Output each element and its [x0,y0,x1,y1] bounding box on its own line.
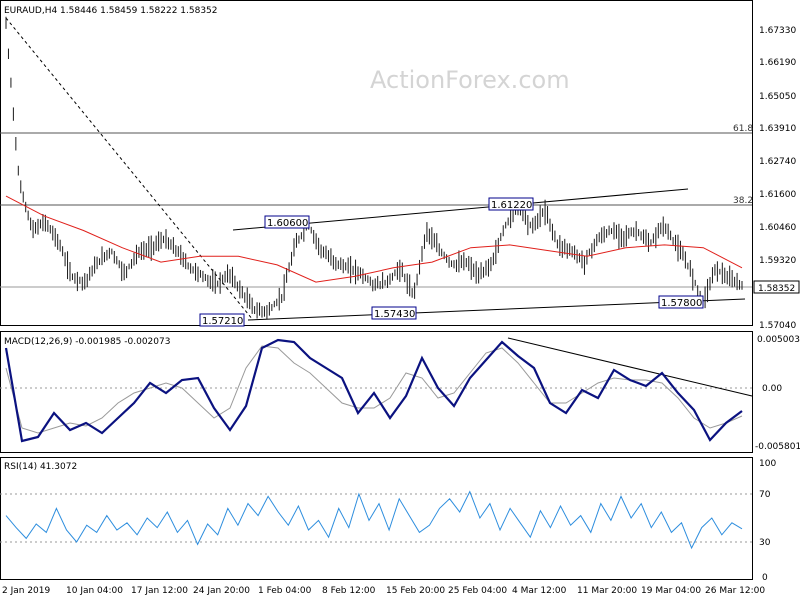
time-label: 25 Feb 04:00 [448,586,507,596]
swing-text-1-57800: 1.57800 [661,298,702,309]
macd-panel [0,331,753,453]
swing-text-1-57210: 1.57210 [202,316,243,327]
time-axis: 2 Jan 2019 10 Jan 04:00 17 Jan 12:00 24 … [2,586,765,596]
price-tick: 1.61600 [759,190,796,200]
swing-label-1-57800: 1.57800 [658,295,704,309]
price-tick: 1.63910 [759,124,796,134]
rsi-panel [0,457,753,580]
swing-text-1-57430: 1.57430 [374,309,415,320]
swing-label-1-57210: 1.57210 [199,313,245,327]
price-tick: 1.57040 [759,321,796,331]
macd-tick: 0.00 [762,384,782,394]
current-price-label: 1.58352 [758,284,795,294]
price-axis: 1.67330 1.66190 1.65050 1.63910 1.62740 … [753,26,800,331]
macd-header: MACD(12,26,9) -0.001985 -0.002073 [4,337,170,347]
price-tick: 1.65050 [759,92,796,102]
time-label: 8 Feb 12:00 [322,586,376,596]
rsi-tick: 70 [759,490,771,500]
time-label: 26 Mar 12:00 [705,586,765,596]
time-label: 24 Jan 20:00 [193,586,250,596]
macd-tick: 0.005003 [757,335,800,345]
time-label: 15 Feb 20:00 [386,586,445,596]
swing-label-1-60600: 1.60600 [264,215,310,229]
price-header: EURAUD,H4 1.58446 1.58459 1.58222 1.5835… [4,6,218,16]
euraud-h4-chart: ActionForex.com EURAUD,H4 1.58446 1.5845… [0,0,800,596]
time-label: 1 Feb 04:00 [258,586,312,596]
time-label: 2 Jan 2019 [2,586,50,596]
swing-label-1-61220: 1.61220 [488,197,534,211]
price-tick: 1.60460 [759,223,796,233]
time-label: 10 Jan 04:00 [66,586,123,596]
price-tick: 1.59320 [759,256,796,266]
rsi-tick: 0 [762,573,768,583]
rsi-tick: 100 [759,459,776,469]
swing-label-1-57430: 1.57430 [371,306,417,320]
time-label: 17 Jan 12:00 [131,586,188,596]
price-panel [0,0,753,326]
watermark: ActionForex.com [370,66,570,94]
macd-tick: -0.005801 [755,442,800,452]
price-tick: 1.62740 [759,157,796,167]
fib-label-38-2: 38.2 [733,196,753,206]
rsi-tick: 30 [759,538,771,548]
time-label: 11 Mar 20:00 [577,586,637,596]
time-label: 19 Mar 04:00 [641,586,701,596]
swing-text-1-61220: 1.61220 [491,200,532,211]
price-tick: 1.67330 [759,26,796,36]
swing-text-1-60600: 1.60600 [267,218,308,229]
price-tick: 1.66190 [759,58,796,68]
fib-label-61-8: 61.8 [733,124,753,134]
time-label: 4 Mar 12:00 [512,586,567,596]
rsi-header: RSI(14) 41.3072 [4,462,77,472]
